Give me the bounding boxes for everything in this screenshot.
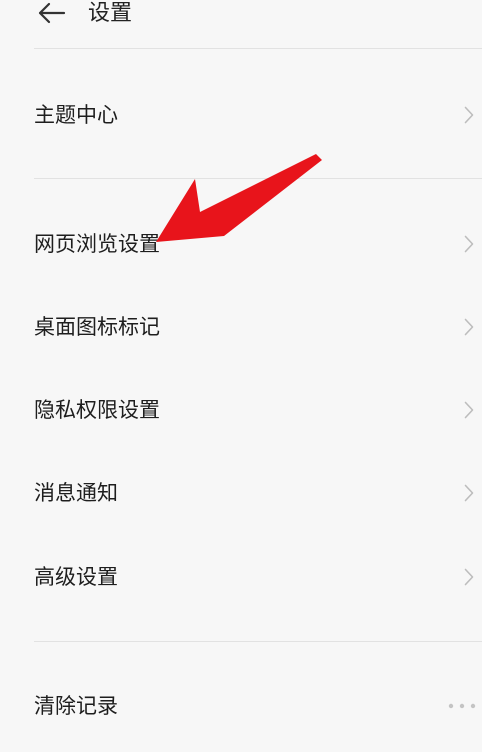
chevron-right-icon: [464, 106, 474, 124]
menu-item-label: 清除记录: [34, 694, 118, 718]
menu-item-desktop-icon-badge[interactable]: 桌面图标标记: [0, 297, 482, 357]
menu-item-label: 高级设置: [34, 565, 118, 589]
divider: [34, 178, 482, 179]
chevron-right-icon: [464, 401, 474, 419]
menu-item-advanced-settings[interactable]: 高级设置: [0, 547, 482, 607]
back-arrow-icon[interactable]: [36, 0, 66, 28]
chevron-right-icon: [464, 568, 474, 586]
menu-item-notifications[interactable]: 消息通知: [0, 463, 482, 523]
divider: [34, 641, 482, 642]
menu-item-theme-center[interactable]: 主题中心: [0, 85, 482, 145]
header-bar: 设置: [0, 0, 482, 46]
menu-item-label: 网页浏览设置: [34, 232, 160, 256]
menu-item-label: 主题中心: [34, 103, 118, 127]
menu-item-label: 消息通知: [34, 481, 118, 505]
menu-item-label: 隐私权限设置: [34, 398, 160, 422]
menu-item-clear-records[interactable]: 清除记录: [0, 676, 482, 736]
chevron-right-icon: [464, 235, 474, 253]
menu-item-label: 桌面图标标记: [34, 315, 160, 339]
menu-item-web-browsing-settings[interactable]: 网页浏览设置: [0, 214, 482, 274]
divider: [34, 48, 482, 49]
chevron-right-icon: [464, 318, 474, 336]
more-icon[interactable]: [448, 703, 476, 709]
chevron-right-icon: [464, 484, 474, 502]
page-title: 设置: [88, 1, 133, 26]
menu-item-privacy-permission-settings[interactable]: 隐私权限设置: [0, 380, 482, 440]
